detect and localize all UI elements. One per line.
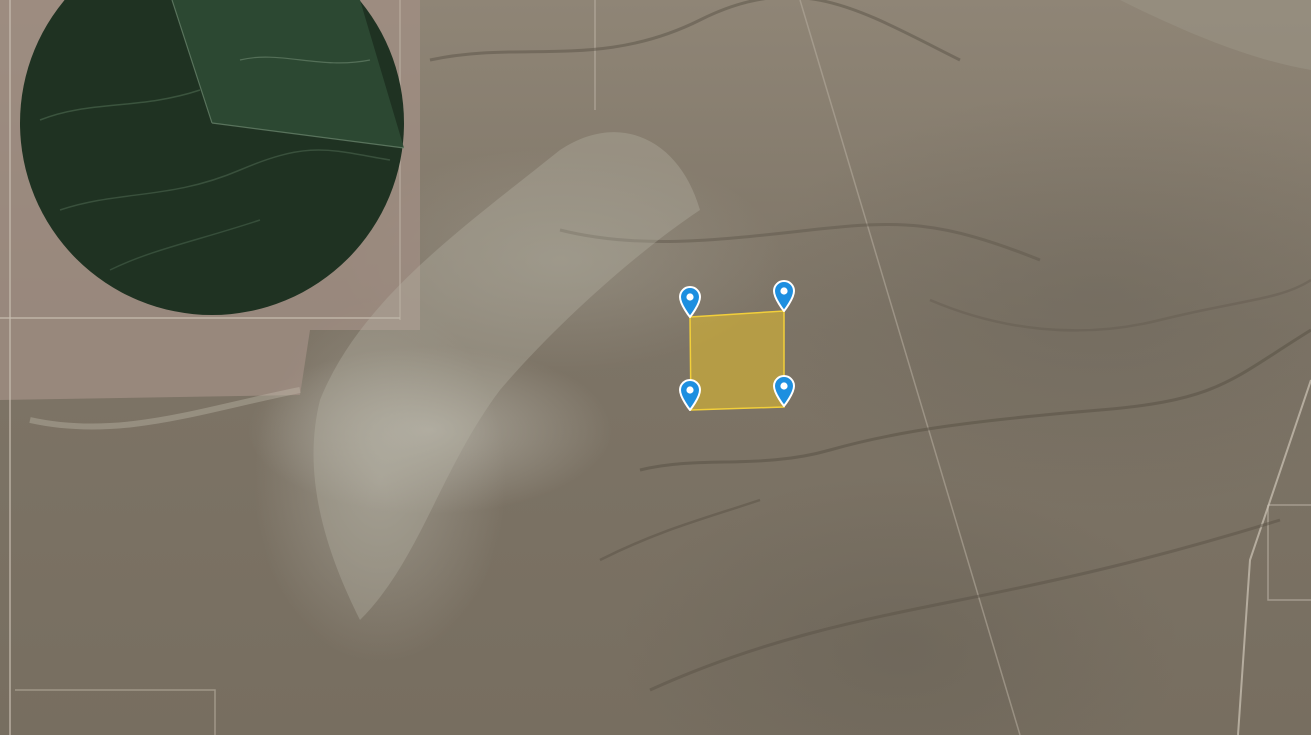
map-pin-icon bbox=[679, 286, 701, 318]
parcel-layer bbox=[689, 310, 785, 411]
land-parcel-polygon[interactable] bbox=[689, 310, 785, 411]
parcel-corner-marker-nw[interactable] bbox=[679, 286, 701, 318]
parcel-corner-marker-se[interactable] bbox=[773, 375, 795, 407]
map-pin-icon bbox=[679, 379, 701, 411]
satellite-map[interactable] bbox=[0, 0, 1311, 735]
map-pin-icon bbox=[773, 375, 795, 407]
map-pin-icon bbox=[773, 280, 795, 312]
parcel-corner-marker-ne[interactable] bbox=[773, 280, 795, 312]
parcel-corner-marker-sw[interactable] bbox=[679, 379, 701, 411]
